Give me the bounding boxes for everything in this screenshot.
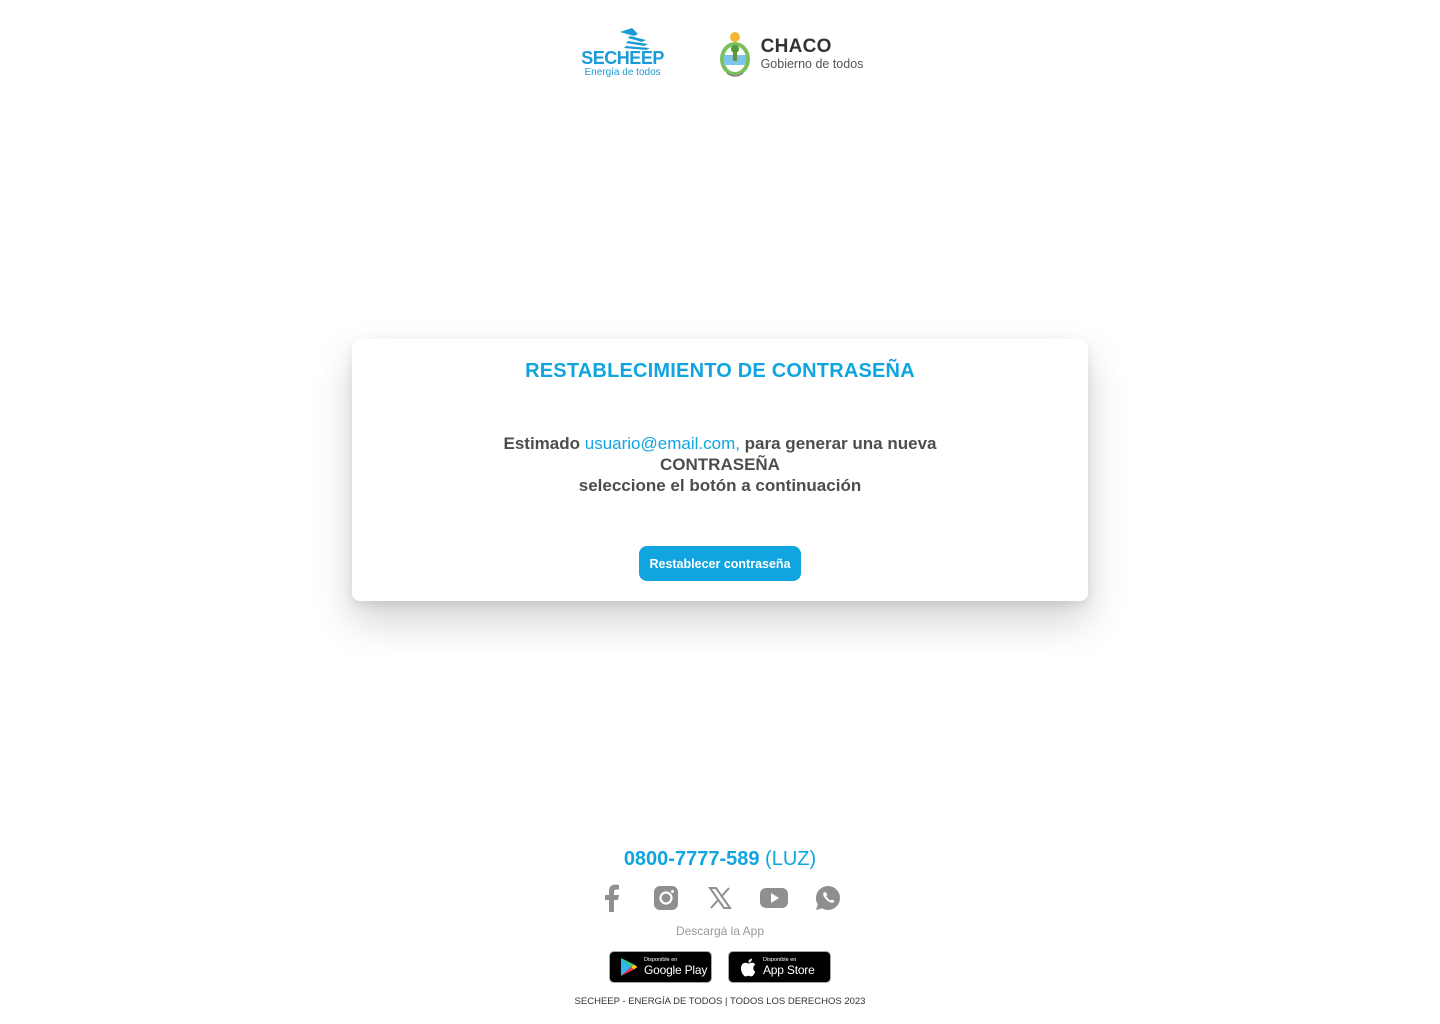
reset-password-button[interactable]: Restablecer contraseña: [639, 546, 801, 581]
greeting-text: Estimado: [503, 434, 585, 453]
phone-contact[interactable]: 0800-7777-589 (LUZ): [0, 848, 1440, 871]
google-play-icon: [618, 956, 640, 978]
app-store-badge[interactable]: Disponible en App Store: [728, 951, 831, 983]
apple-icon: [737, 956, 759, 978]
copyright-text: SECHEEP - ENERGÍA DE TODOS | TODOS LOS D…: [574, 996, 866, 1007]
x-icon[interactable]: [704, 884, 736, 912]
social-links: [0, 884, 1440, 912]
app-store-text: Disponible en App Store: [763, 957, 815, 978]
page: SECHEEP Energía de todos CHACO Gobierno …: [0, 0, 1440, 1024]
store-badges: Disponible en Google Play Disponible en …: [0, 951, 1440, 983]
header: SECHEEP Energía de todos CHACO Gobierno …: [0, 28, 1440, 79]
card-title: RESTABLECIMIENTO DE CONTRASEÑA: [525, 360, 915, 382]
youtube-icon[interactable]: [758, 884, 790, 912]
secheep-logo[interactable]: SECHEEP Energía de todos: [577, 28, 669, 79]
chaco-subtitle: Gobierno de todos: [760, 56, 864, 71]
app-store-big-text: App Store: [763, 963, 815, 978]
google-play-big-text: Google Play: [644, 963, 708, 978]
google-play-badge[interactable]: Disponible en Google Play: [609, 951, 712, 983]
chaco-text: CHACO Gobierno de todos: [760, 35, 864, 71]
instagram-icon[interactable]: [650, 884, 682, 912]
google-play-text: Disponible en Google Play: [644, 957, 708, 978]
message-line-2: seleccione el botón a continuación: [578, 476, 862, 495]
chaco-seal-icon: [719, 31, 750, 77]
secheep-name: SECHEEP: [581, 48, 664, 68]
phone-number: 0800-7777-589: [623, 848, 760, 870]
secheep-mark-icon: [619, 28, 650, 50]
card-message: Estimado usuario@email.com, para generar…: [470, 433, 970, 496]
whatsapp-icon[interactable]: [812, 884, 844, 912]
facebook-icon[interactable]: [596, 884, 628, 912]
reset-card: RESTABLECIMIENTO DE CONTRASEÑA Estimado …: [352, 339, 1088, 601]
secheep-tagline: Energía de todos: [584, 67, 661, 78]
download-app-label: Descargá la App: [675, 924, 765, 938]
user-email: usuario@email.com,: [584, 434, 740, 453]
chaco-title: CHACO: [760, 35, 832, 57]
chaco-logo[interactable]: CHACO Gobierno de todos: [717, 29, 864, 79]
phone-suffix: (LUZ): [759, 848, 817, 870]
